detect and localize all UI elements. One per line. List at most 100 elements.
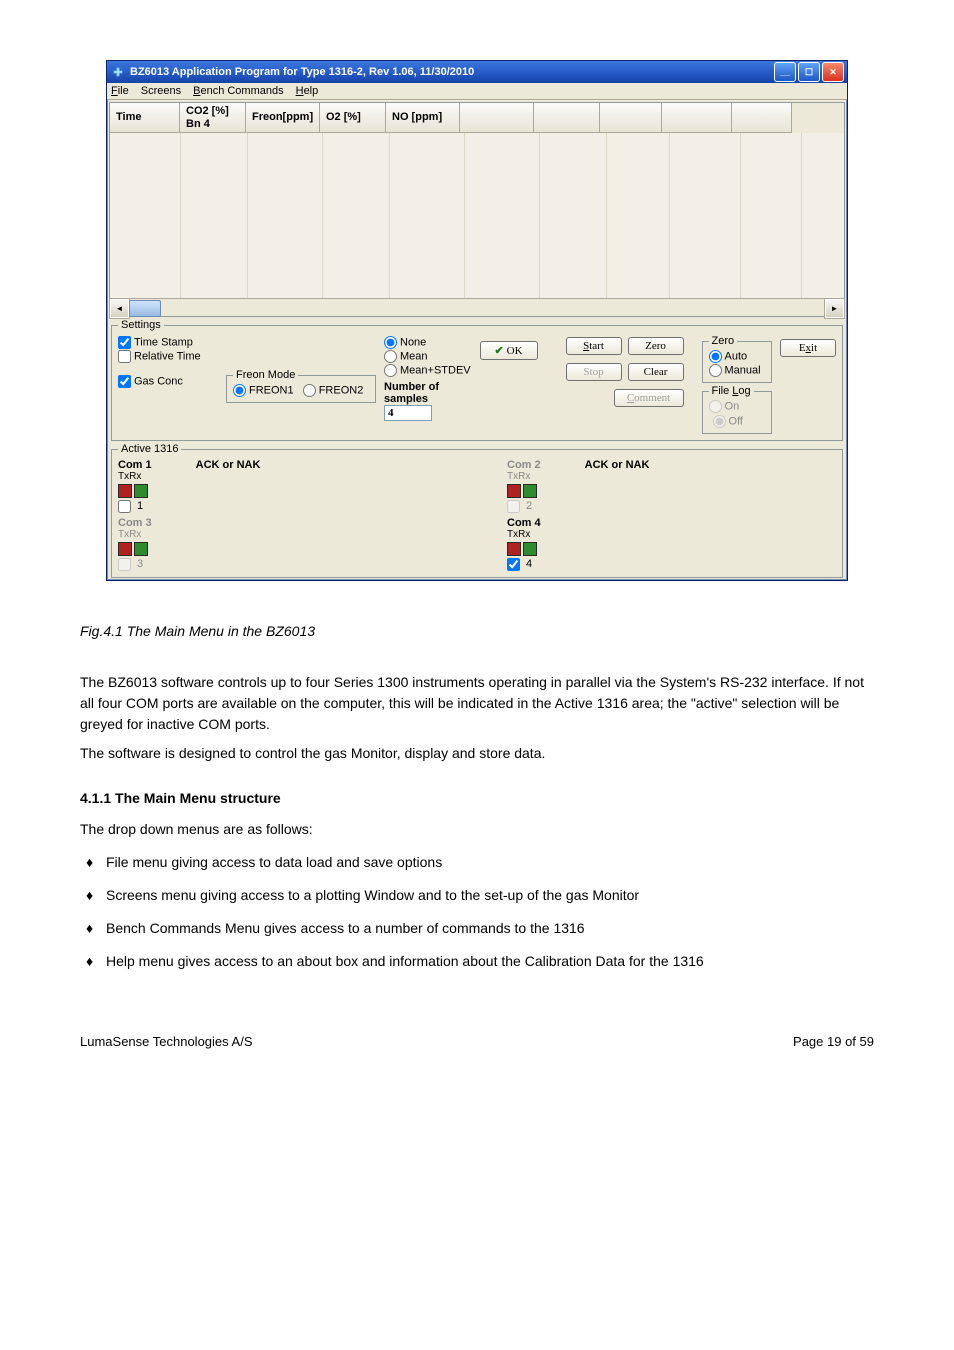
grid-header: TimeCO2 [%]Bn 4Freon[ppm]O2 [%]NO [ppm]	[110, 103, 844, 133]
stats-mean-radio[interactable]: Mean	[384, 350, 472, 363]
maximize-button[interactable]: ☐	[798, 62, 820, 82]
rx-led-icon	[523, 542, 537, 556]
com-port-cell: Com 2 ACK or NAKTxRx 2	[507, 459, 836, 513]
doc-paragraph-3: The drop down menus are as follows:	[80, 819, 874, 840]
scroll-right-icon[interactable]: ►	[825, 299, 844, 318]
grid-column	[540, 133, 607, 298]
ack-nak-label: ACK or NAK	[196, 459, 261, 471]
txrx-label: TxRx	[507, 529, 836, 540]
figure-caption: Fig.4.1 The Main Menu in the BZ6013	[80, 621, 874, 642]
com-enable-checkbox[interactable]: 1	[118, 500, 143, 512]
txrx-label: TxRx	[118, 471, 447, 482]
zero-button[interactable]: Zero	[628, 337, 684, 355]
doc-heading: 4.1.1 The Main Menu structure	[80, 788, 874, 809]
clear-button[interactable]: Clear	[628, 363, 684, 381]
window-title: BZ6013 Application Program for Type 1316…	[130, 66, 774, 78]
close-button[interactable]: ✕	[822, 62, 844, 82]
ack-nak-label: ACK or NAK	[585, 459, 650, 471]
stats-none-radio[interactable]: None	[384, 336, 472, 349]
grid-column	[390, 133, 465, 298]
com-enable-checkbox: 3	[118, 558, 143, 570]
app-icon: ✚	[110, 64, 126, 80]
samples-label: Number of samples	[384, 381, 472, 405]
log-on-radio[interactable]: On	[709, 400, 740, 413]
grid-body	[110, 133, 844, 298]
scroll-track[interactable]	[161, 299, 825, 316]
com-title: Com 3	[118, 517, 152, 529]
rx-led-icon	[134, 484, 148, 498]
stop-button[interactable]: Stop	[566, 363, 622, 381]
freon2-radio[interactable]: FREON2	[303, 384, 364, 397]
grid-column	[607, 133, 670, 298]
column-header[interactable]: Time	[110, 103, 180, 133]
txrx-label: TxRx	[118, 529, 447, 540]
file-log-legend: File Log	[709, 385, 754, 397]
start-button[interactable]: Start	[566, 337, 622, 355]
doc-paragraph-2: The software is designed to control the …	[80, 743, 874, 764]
com-title: Com 1	[118, 459, 152, 471]
column-header[interactable]	[732, 103, 792, 133]
application-window: ✚ BZ6013 Application Program for Type 13…	[106, 60, 848, 581]
column-header[interactable]	[534, 103, 600, 133]
zero-manual-radio[interactable]: Manual	[709, 364, 765, 377]
menu-bench-commands[interactable]: Bench Commands	[193, 85, 284, 97]
samples-input[interactable]	[384, 405, 432, 421]
relative-time-checkbox[interactable]: Relative Time	[118, 350, 218, 363]
com-port-cell: Com 3TxRx 3	[118, 517, 447, 571]
grid-column	[741, 133, 802, 298]
footer-right: Page 19 of 59	[793, 1032, 874, 1052]
minimize-button[interactable]: __	[774, 62, 796, 82]
com-enable-checkbox: 2	[507, 500, 532, 512]
com-title: Com 4	[507, 517, 541, 529]
zero-auto-radio[interactable]: Auto	[709, 350, 765, 363]
grid-column	[181, 133, 248, 298]
column-header[interactable]	[460, 103, 534, 133]
gas-conc-checkbox[interactable]: Gas Conc	[118, 375, 218, 388]
rx-led-icon	[134, 542, 148, 556]
ok-button[interactable]: ✔OK	[480, 341, 538, 360]
horizontal-scrollbar[interactable]: ◄ ►	[110, 298, 844, 316]
scroll-thumb[interactable]	[129, 300, 161, 317]
menubar: File Screens Bench Commands Help	[107, 83, 847, 100]
file-log-group: File Log On Off	[702, 385, 772, 434]
settings-group: Settings Time Stamp Relative Time Gas Co…	[111, 319, 843, 441]
check-icon: ✔	[494, 344, 503, 357]
tx-led-icon	[118, 484, 132, 498]
comment-button[interactable]: Comment	[614, 389, 684, 407]
footer-left: LumaSense Technologies A/S	[80, 1032, 253, 1052]
active-1316-group: Active 1316 Com 1ACK or NAKTxRx 1Com 2AC…	[111, 443, 843, 578]
menu-help[interactable]: Help	[296, 85, 319, 97]
list-item: Bench Commands Menu gives access to a nu…	[80, 918, 874, 939]
column-header[interactable]	[662, 103, 732, 133]
scroll-left-icon[interactable]: ◄	[110, 299, 129, 318]
com-enable-checkbox[interactable]: 4	[507, 558, 532, 570]
list-item: Screens menu giving access to a plotting…	[80, 885, 874, 906]
column-header[interactable]: NO [ppm]	[386, 103, 460, 133]
list-item: File menu giving access to data load and…	[80, 852, 874, 873]
exit-button[interactable]: Exit	[780, 339, 836, 357]
list-item: Help menu gives access to an about box a…	[80, 951, 874, 972]
txrx-label: TxRx	[507, 471, 836, 482]
column-header[interactable]: Freon[ppm]	[246, 103, 320, 133]
stats-meanstd-radio[interactable]: Mean+STDEV	[384, 364, 472, 377]
com-title: Com 2	[507, 459, 541, 471]
freon1-radio[interactable]: FREON1	[233, 384, 294, 397]
freon-mode-group: Freon Mode FREON1 FREON2	[226, 369, 376, 403]
column-header[interactable]: CO2 [%]Bn 4	[180, 103, 246, 133]
column-header[interactable]	[600, 103, 662, 133]
log-off-radio[interactable]: Off	[713, 415, 743, 428]
grid-column	[465, 133, 540, 298]
com-port-cell: Com 4TxRx 4	[507, 517, 836, 571]
zero-group: Zero Auto Manual	[702, 335, 772, 383]
data-grid: TimeCO2 [%]Bn 4Freon[ppm]O2 [%]NO [ppm] …	[109, 102, 845, 317]
tx-led-icon	[118, 542, 132, 556]
column-header[interactable]: O2 [%]	[320, 103, 386, 133]
menu-file[interactable]: File	[111, 85, 129, 97]
grid-column	[670, 133, 741, 298]
menu-screens[interactable]: Screens	[141, 85, 181, 97]
doc-paragraph-1: The BZ6013 software controls up to four …	[80, 672, 874, 735]
settings-legend: Settings	[118, 319, 164, 331]
time-stamp-checkbox[interactable]: Time Stamp	[118, 336, 218, 349]
rx-led-icon	[523, 484, 537, 498]
titlebar[interactable]: ✚ BZ6013 Application Program for Type 13…	[107, 61, 847, 83]
